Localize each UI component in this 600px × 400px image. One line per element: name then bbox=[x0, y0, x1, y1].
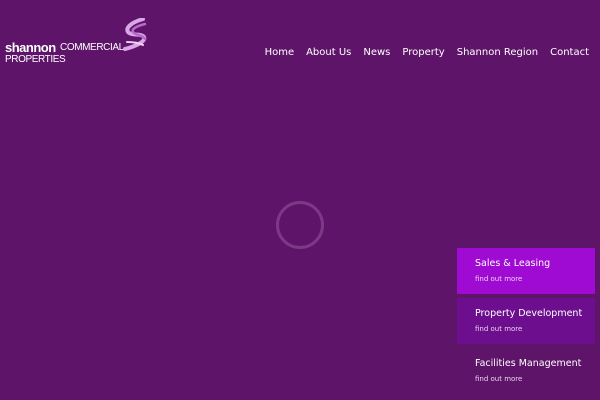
panel-title: Sales & Leasing bbox=[475, 258, 551, 269]
panel-title: Facilities Management bbox=[475, 358, 582, 369]
ribbon-swirl-icon bbox=[123, 18, 147, 51]
main-nav: Home About Us News Property Shannon Regi… bbox=[259, 46, 595, 60]
nav-home[interactable]: Home bbox=[259, 46, 301, 60]
site-logo[interactable]: shannon COMMERCIAL PROPERTIES bbox=[5, 18, 150, 68]
panel-property-development[interactable]: Property Development find out more bbox=[457, 298, 595, 344]
logo-word-properties: PROPERTIES bbox=[5, 54, 66, 65]
logo-word-commercial: COMMERCIAL bbox=[60, 42, 124, 53]
find-out-more-link[interactable]: find out more bbox=[475, 375, 595, 384]
panel-title: Property Development bbox=[475, 308, 583, 319]
logo-word-shannon: shannon bbox=[5, 40, 56, 55]
nav-about-us[interactable]: About Us bbox=[300, 46, 357, 60]
nav-contact[interactable]: Contact bbox=[544, 46, 595, 60]
panel-sales-leasing[interactable]: Sales & Leasing find out more bbox=[457, 248, 595, 294]
service-panels: Sales & Leasing find out more Property D… bbox=[457, 248, 595, 400]
nav-news[interactable]: News bbox=[357, 46, 396, 60]
find-out-more-link[interactable]: find out more bbox=[475, 325, 595, 334]
site-header: shannon COMMERCIAL PROPERTIES Home About… bbox=[0, 0, 600, 90]
nav-property[interactable]: Property bbox=[396, 46, 450, 60]
find-out-more-link[interactable]: find out more bbox=[475, 275, 595, 284]
panel-facilities-management[interactable]: Facilities Management find out more bbox=[457, 348, 595, 400]
nav-shannon-region[interactable]: Shannon Region bbox=[451, 46, 544, 60]
loading-spinner-icon bbox=[276, 201, 324, 249]
